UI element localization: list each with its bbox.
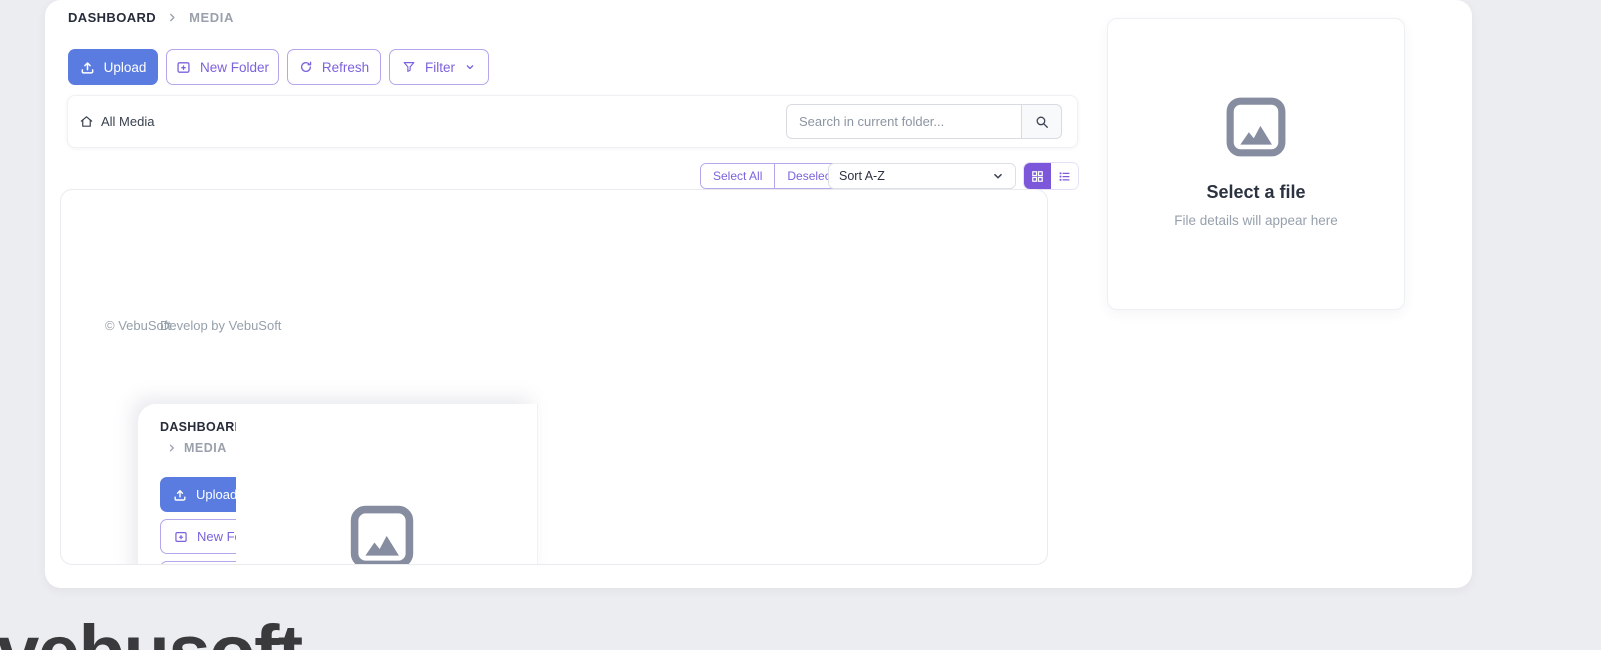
refresh-icon	[299, 60, 313, 74]
filter-button[interactable]: Filter	[389, 49, 489, 85]
upload-icon	[173, 488, 187, 502]
refresh-button[interactable]: Refresh	[287, 49, 381, 85]
mini-upload-button[interactable]: Upload	[160, 477, 236, 512]
all-media-label: All Media	[101, 114, 154, 129]
mini-breadcrumb-dashboard: DASHBOARD	[160, 420, 236, 434]
file-grid-area: © VebuSoft Develop by VebuSoft DASHBOARD…	[60, 189, 1048, 565]
upload-button[interactable]: Upload	[68, 49, 158, 85]
new-folder-button-label: New Folder	[200, 60, 269, 75]
chevron-down-icon	[991, 169, 1005, 183]
all-media-link[interactable]: All Media	[79, 114, 154, 129]
chevron-right-icon	[167, 12, 178, 23]
folder-plus-icon	[176, 60, 191, 75]
search-input[interactable]	[786, 104, 1021, 139]
search-icon	[1035, 115, 1049, 129]
toolbar: Upload New Folder Refresh Filter	[68, 49, 489, 85]
image-placeholder-icon	[1223, 94, 1289, 160]
chevron-down-icon	[464, 61, 476, 73]
details-title: Select a file	[1206, 182, 1305, 203]
select-all-button[interactable]: Select All	[701, 164, 775, 188]
list-view-button[interactable]	[1051, 163, 1078, 189]
image-placeholder-icon	[347, 502, 417, 565]
file-details-panel: Select a file File details will appear h…	[1107, 18, 1405, 310]
search-group	[786, 104, 1062, 139]
mini-upload-button-label: Upload	[196, 487, 236, 502]
chevron-right-icon	[167, 443, 177, 453]
filter-button-label: Filter	[425, 60, 455, 75]
new-folder-button[interactable]: New Folder	[166, 49, 279, 85]
folder-plus-icon	[174, 530, 188, 544]
selection-group: Select All Deselect	[700, 163, 847, 189]
brand-logo: vebusoft	[0, 615, 302, 650]
media-manager-screen: DASHBOARD MEDIA Upload New Folder	[0, 0, 1601, 650]
list-icon	[1058, 170, 1071, 183]
breadcrumb-media: MEDIA	[189, 10, 234, 25]
mini-clipped-button[interactable]	[160, 561, 236, 565]
grid-icon	[1031, 170, 1044, 183]
breadcrumb-dashboard[interactable]: DASHBOARD	[68, 10, 156, 25]
funnel-icon	[402, 60, 416, 74]
upload-icon	[80, 60, 95, 75]
view-toggle	[1024, 163, 1078, 189]
credit-text: Develop by VebuSoft	[160, 318, 281, 333]
folder-bar: All Media	[67, 95, 1078, 148]
sort-select[interactable]: Sort A-Z	[828, 163, 1016, 189]
sort-select-value: Sort A-Z	[839, 169, 885, 183]
mini-breadcrumb-media-label: MEDIA	[184, 441, 227, 455]
grid-view-button[interactable]	[1024, 163, 1051, 189]
refresh-button-label: Refresh	[322, 60, 369, 75]
search-button[interactable]	[1021, 104, 1062, 139]
mini-new-folder-button[interactable]: New Folder	[160, 519, 236, 554]
upload-button-label: Upload	[104, 60, 147, 75]
breadcrumb: DASHBOARD MEDIA	[68, 10, 234, 25]
mini-breadcrumb-media: MEDIA	[167, 441, 227, 455]
details-subtitle: File details will appear here	[1174, 213, 1338, 228]
home-icon	[79, 114, 94, 129]
mini-preview-content: DASHBOARD MEDIA Upload	[160, 420, 236, 565]
mini-new-folder-button-label: New Folder	[197, 529, 236, 544]
